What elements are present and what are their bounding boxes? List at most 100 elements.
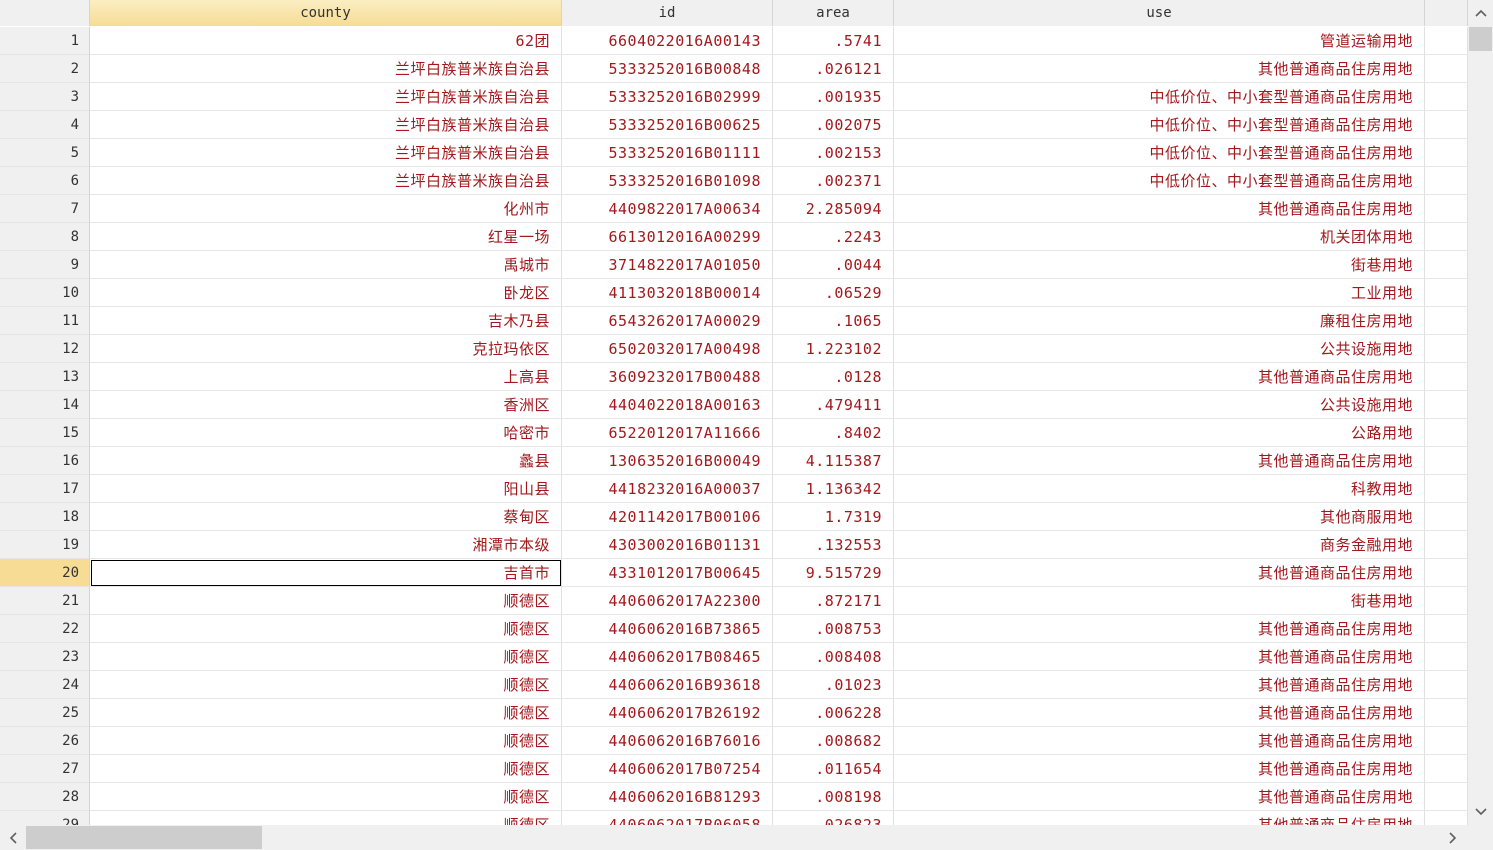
cell-id[interactable]: 5333252016B00848 (562, 55, 773, 83)
cell-use[interactable]: 其他普通商品住房用地 (894, 699, 1425, 727)
cell-area[interactable]: .008408 (773, 643, 894, 671)
cell-use[interactable]: 商务金融用地 (894, 531, 1425, 559)
cell-county[interactable]: 顺德区 (90, 727, 562, 755)
cell-area[interactable]: 4.115387 (773, 447, 894, 475)
table-row[interactable]: 19 湘潭市本级 4303002016B01131.132553 商务金融用地 (0, 531, 1468, 559)
cell-area[interactable]: .2243 (773, 223, 894, 251)
horizontal-scrollbar[interactable] (0, 825, 1468, 850)
cell-id[interactable]: 3609232017B00488 (562, 363, 773, 391)
row-number[interactable]: 19 (0, 531, 90, 559)
row-number[interactable]: 4 (0, 111, 90, 139)
cell-use[interactable]: 其他普通商品住房用地 (894, 755, 1425, 783)
cell-area[interactable]: .01023 (773, 671, 894, 699)
row-number[interactable]: 20 (0, 559, 90, 587)
cell-id[interactable]: 6613012016A00299 (562, 223, 773, 251)
vertical-scrollbar[interactable] (1468, 0, 1493, 825)
cell-use[interactable]: 其他普通商品住房用地 (894, 727, 1425, 755)
cell-county[interactable]: 顺德区 (90, 755, 562, 783)
cell-county[interactable]: 兰坪白族普米族自治县 (90, 55, 562, 83)
row-number[interactable]: 14 (0, 391, 90, 419)
cell-use[interactable]: 机关团体用地 (894, 223, 1425, 251)
cell-area[interactable]: 9.515729 (773, 559, 894, 587)
row-number[interactable]: 29 (0, 811, 90, 825)
table-row[interactable]: 29 顺德区 4406062017B06058.026823 其他普通商品住房用地 (0, 811, 1468, 825)
cell-id[interactable]: 4406062017B08465 (562, 643, 773, 671)
table-row[interactable]: 8 红星一场 6613012016A00299.2243 机关团体用地 (0, 223, 1468, 251)
cell-use[interactable]: 其他商服用地 (894, 503, 1425, 531)
cell-area[interactable]: .008753 (773, 615, 894, 643)
table-row[interactable]: 15 哈密市 6522012017A11666.8402 公路用地 (0, 419, 1468, 447)
cell-use[interactable]: 其他普通商品住房用地 (894, 615, 1425, 643)
cell-county[interactable]: 吉木乃县 (90, 307, 562, 335)
table-row[interactable]: 18 蔡甸区 4201142017B00106 1.7319 其他商服用地 (0, 503, 1468, 531)
cell-use[interactable]: 管道运输用地 (894, 27, 1425, 55)
cell-id[interactable]: 1306352016B00049 (562, 447, 773, 475)
cell-county[interactable]: 兰坪白族普米族自治县 (90, 167, 562, 195)
cell-id[interactable]: 4406062017B06058 (562, 811, 773, 825)
cell-id[interactable]: 5333252016B01111 (562, 139, 773, 167)
table-row[interactable]: 24 顺德区 4406062016B93618.01023 其他普通商品住房用地 (0, 671, 1468, 699)
chevron-left-icon[interactable] (0, 825, 26, 850)
cell-area[interactable]: .0044 (773, 251, 894, 279)
select-all-corner[interactable] (0, 0, 90, 26)
cell-area[interactable]: 1.223102 (773, 335, 894, 363)
table-row[interactable]: 11 吉木乃县 6543262017A00029.1065 廉租住房用地 (0, 307, 1468, 335)
table-row[interactable]: 22 顺德区 4406062016B73865.008753 其他普通商品住房用地 (0, 615, 1468, 643)
cell-county[interactable]: 吉首市 (90, 559, 562, 587)
cell-use[interactable]: 科教用地 (894, 475, 1425, 503)
row-number[interactable]: 13 (0, 363, 90, 391)
row-number[interactable]: 16 (0, 447, 90, 475)
cell-id[interactable]: 5333252016B02999 (562, 83, 773, 111)
column-header-id[interactable]: id (562, 0, 773, 26)
cell-use[interactable]: 中低价位、中小套型普通商品住房用地 (894, 83, 1425, 111)
cell-use[interactable]: 工业用地 (894, 279, 1425, 307)
cell-use[interactable]: 街巷用地 (894, 587, 1425, 615)
table-row[interactable]: 6 兰坪白族普米族自治县 5333252016B01098.002371 中低价位、中… (0, 167, 1468, 195)
row-number[interactable]: 7 (0, 195, 90, 223)
table-row[interactable]: 20 吉首市 4331012017B00645 9.515729 其他普通商品住房用地 (0, 559, 1468, 587)
cell-area[interactable]: .008682 (773, 727, 894, 755)
row-number[interactable]: 26 (0, 727, 90, 755)
table-row[interactable]: 13 上高县 3609232017B00488.0128 其他普通商品住房用地 (0, 363, 1468, 391)
cell-id[interactable]: 4406062017A22300 (562, 587, 773, 615)
table-row[interactable]: 27 顺德区 4406062017B07254.011654 其他普通商品住房用地 (0, 755, 1468, 783)
cell-area[interactable]: .872171 (773, 587, 894, 615)
row-number[interactable]: 25 (0, 699, 90, 727)
table-row[interactable]: 4 兰坪白族普米族自治县 5333252016B00625.002075 中低价位、中… (0, 111, 1468, 139)
cell-use[interactable]: 其他普通商品住房用地 (894, 55, 1425, 83)
cell-area[interactable]: 1.136342 (773, 475, 894, 503)
cell-use[interactable]: 公共设施用地 (894, 335, 1425, 363)
chevron-up-icon[interactable] (1468, 0, 1493, 26)
row-number[interactable]: 18 (0, 503, 90, 531)
cell-id[interactable]: 4113032018B00014 (562, 279, 773, 307)
cell-id[interactable]: 4406062017B26192 (562, 699, 773, 727)
cell-area[interactable]: .002371 (773, 167, 894, 195)
cell-county[interactable]: 顺德区 (90, 587, 562, 615)
cell-id[interactable]: 4406062016B93618 (562, 671, 773, 699)
cell-id[interactable]: 6604022016A00143 (562, 27, 773, 55)
row-number[interactable]: 1 (0, 27, 90, 55)
cell-id[interactable]: 4406062016B76016 (562, 727, 773, 755)
table-row[interactable]: 23 顺德区 4406062017B08465.008408 其他普通商品住房用地 (0, 643, 1468, 671)
table-row[interactable]: 16 蠡县 1306352016B00049 4.115387 其他普通商品住房用地 (0, 447, 1468, 475)
table-row[interactable]: 28 顺德区 4406062016B81293.008198 其他普通商品住房用地 (0, 783, 1468, 811)
row-number[interactable]: 15 (0, 419, 90, 447)
table-row[interactable]: 3 兰坪白族普米族自治县 5333252016B02999.001935 中低价位、中… (0, 83, 1468, 111)
cell-id[interactable]: 4303002016B01131 (562, 531, 773, 559)
table-row[interactable]: 25 顺德区 4406062017B26192.006228 其他普通商品住房用地 (0, 699, 1468, 727)
chevron-right-icon[interactable] (1440, 825, 1466, 850)
cell-county[interactable]: 卧龙区 (90, 279, 562, 307)
cell-id[interactable]: 6522012017A11666 (562, 419, 773, 447)
row-number[interactable]: 5 (0, 139, 90, 167)
cell-county[interactable]: 兰坪白族普米族自治县 (90, 83, 562, 111)
cell-area[interactable]: .5741 (773, 27, 894, 55)
cell-county[interactable]: 红星一场 (90, 223, 562, 251)
row-number[interactable]: 3 (0, 83, 90, 111)
cell-area[interactable]: .026121 (773, 55, 894, 83)
cell-county[interactable]: 香洲区 (90, 391, 562, 419)
cell-county[interactable]: 顺德区 (90, 811, 562, 825)
cell-use[interactable]: 其他普通商品住房用地 (894, 559, 1425, 587)
cell-id[interactable]: 4409822017A00634 (562, 195, 773, 223)
row-number[interactable]: 12 (0, 335, 90, 363)
cell-id[interactable]: 6502032017A00498 (562, 335, 773, 363)
